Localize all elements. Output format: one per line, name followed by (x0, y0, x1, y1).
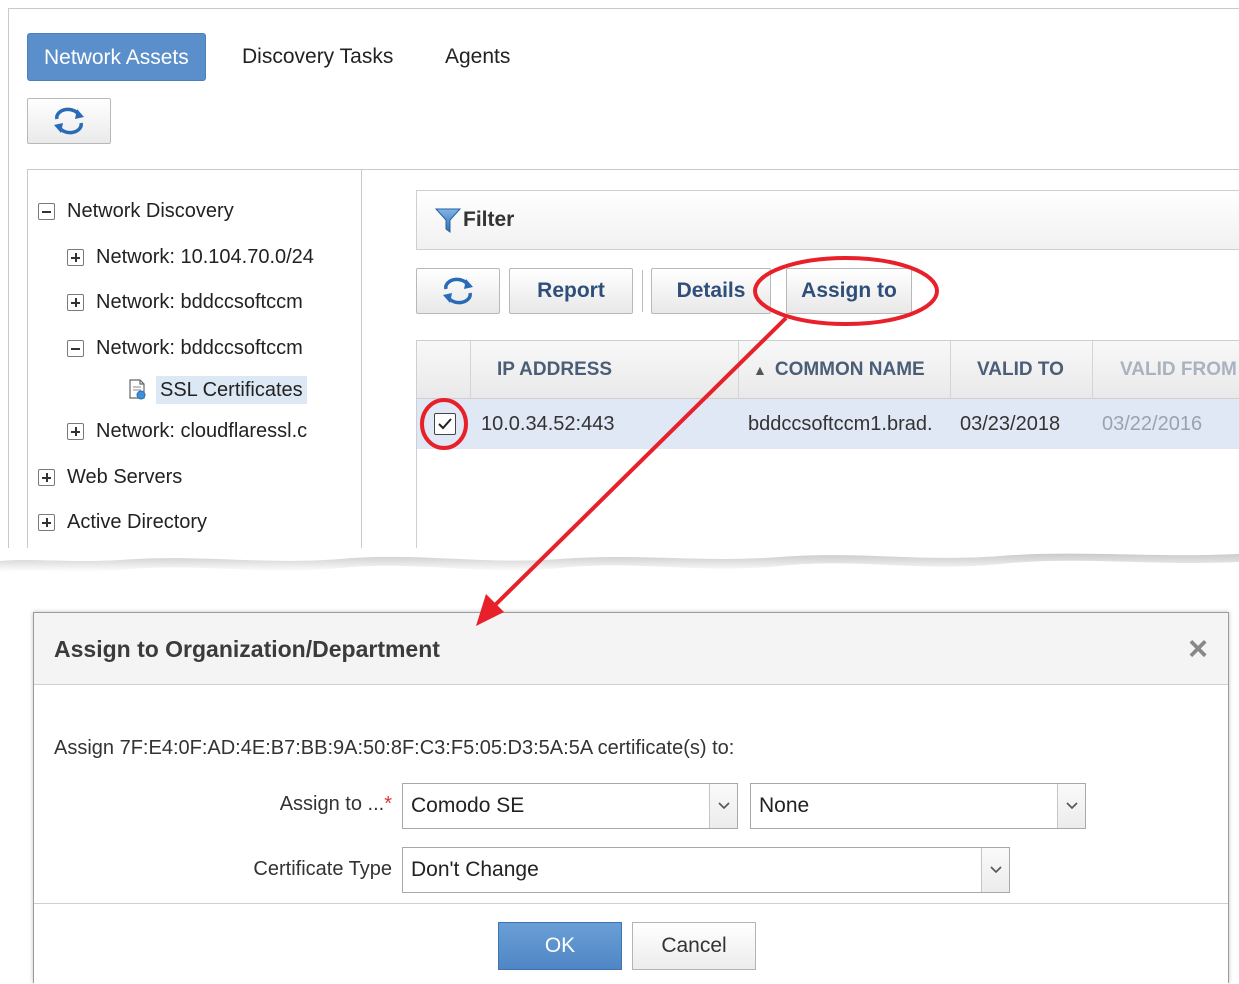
close-button[interactable]: × (1182, 630, 1214, 668)
tab-network-assets[interactable]: Network Assets (27, 33, 206, 81)
cell-valid-to: 03/23/2018 (960, 413, 1061, 435)
tree-item-label: Network Discovery (67, 200, 234, 222)
dialog-header: Assign to Organization/Department × (34, 613, 1228, 685)
content-panel: Network Discovery Network: 10.104.70.0/2… (27, 169, 1239, 558)
expand-icon[interactable] (38, 513, 55, 531)
collapse-icon[interactable] (38, 202, 55, 220)
cancel-button[interactable]: Cancel (632, 922, 756, 970)
assign-to-label-text: Assign to ... (279, 793, 385, 815)
tree-item-web-servers[interactable]: Web Servers (38, 463, 182, 491)
required-marker: * (384, 793, 392, 815)
collapse-icon[interactable] (67, 339, 84, 357)
assign-to-button[interactable]: Assign to (786, 268, 912, 314)
cell-ip-address: 10.0.34.52:443 (481, 413, 615, 435)
chevron-down-icon[interactable] (709, 784, 737, 828)
torn-edge-shadow (0, 548, 1239, 572)
department-value: None (759, 794, 810, 817)
certificate-type-value: Don't Change (411, 858, 539, 881)
app-window: Network Assets Discovery Tasks Agents Ne… (8, 8, 1239, 558)
certificate-type-select[interactable]: Don't Change (402, 847, 1010, 893)
tree-item-network[interactable]: Network: bddccsoftccm (67, 288, 329, 316)
tree-item-active-directory[interactable]: Active Directory (38, 508, 207, 536)
table-row[interactable]: 10.0.34.52:443 bddccsoftccm1.brad. 03/23… (417, 399, 1239, 449)
certificate-type-label: Certificate Type (253, 858, 392, 880)
assign-to-label: Assign to ...* (214, 793, 392, 816)
cell-common-name: bddccsoftccm1.brad. (748, 413, 933, 435)
assign-dialog: Assign to Organization/Department × Assi… (33, 612, 1229, 984)
refresh-button[interactable] (27, 98, 111, 144)
toolbar-separator (642, 270, 643, 312)
column-ip-address[interactable]: IP ADDRESS (471, 341, 739, 399)
select-column-header[interactable] (417, 341, 471, 399)
dialog-footer: OK Cancel (34, 903, 1228, 984)
tree-item-network[interactable]: Network: bddccsoftccm (67, 334, 329, 362)
chevron-down-icon[interactable] (981, 848, 1009, 892)
tree-item-label: SSL Certificates (156, 376, 307, 404)
tree-item-network[interactable]: Network: cloudflaressl.c (67, 417, 329, 445)
close-icon: × (1188, 630, 1208, 668)
details-button[interactable]: Details (651, 268, 771, 314)
refresh-icon (54, 107, 84, 135)
row-checkbox[interactable] (434, 413, 456, 435)
organization-select[interactable]: Comodo SE (402, 783, 738, 829)
expand-icon[interactable] (67, 293, 84, 311)
ok-button[interactable]: OK (498, 922, 622, 970)
column-valid-from[interactable]: VALID FROM (1093, 341, 1239, 399)
checkmark-icon (438, 418, 452, 430)
tree-item-label: Active Directory (67, 511, 208, 533)
chevron-down-icon[interactable] (1057, 784, 1085, 828)
tree-item-label: Network: bddccsoftccm (96, 337, 303, 359)
sort-ascending-icon: ▲ (753, 362, 767, 378)
grid-refresh-button[interactable] (416, 268, 500, 314)
discovery-tree: Network Discovery Network: 10.104.70.0/2… (28, 170, 362, 558)
certificates-grid: IP ADDRESS ▲ COMMON NAME VALID TO VALID F… (416, 340, 1239, 558)
expand-icon[interactable] (67, 422, 84, 440)
tab-agents[interactable]: Agents (429, 33, 526, 81)
column-label: COMMON NAME (774, 359, 925, 380)
column-valid-to[interactable]: VALID TO (951, 341, 1093, 399)
funnel-icon (435, 208, 461, 233)
filter-label: Filter (463, 208, 515, 231)
assign-message: Assign 7F:E4:0F:AD:4E:B7:BB:9A:50:8F:C3:… (54, 737, 735, 759)
tree-item-label: Network: 10.104.70.0/24 (96, 246, 314, 268)
tab-discovery-tasks[interactable]: Discovery Tasks (226, 33, 409, 81)
tree-item-label: Network: cloudflaressl.c (96, 420, 308, 442)
expand-icon[interactable] (67, 248, 84, 266)
filter-bar[interactable]: Filter (416, 190, 1239, 250)
tree-item-network-discovery[interactable]: Network Discovery (38, 197, 234, 225)
tree-item-network[interactable]: Network: 10.104.70.0/24 (67, 243, 329, 271)
certificate-icon (129, 379, 146, 400)
refresh-icon (443, 277, 473, 305)
expand-icon[interactable] (38, 468, 55, 486)
column-common-name[interactable]: ▲ COMMON NAME (739, 341, 951, 399)
organization-value: Comodo SE (411, 794, 525, 817)
tree-item-ssl-certificates[interactable]: SSL Certificates (128, 376, 307, 404)
tree-item-label: Web Servers (67, 466, 183, 488)
tree-item-label: Network: bddccsoftccm (96, 291, 303, 313)
grid-header: IP ADDRESS ▲ COMMON NAME VALID TO VALID F… (417, 341, 1239, 399)
cell-valid-from: 03/22/2016 (1102, 413, 1203, 435)
department-select[interactable]: None (750, 783, 1086, 829)
report-button[interactable]: Report (509, 268, 633, 314)
dialog-title: Assign to Organization/Department (54, 636, 440, 662)
